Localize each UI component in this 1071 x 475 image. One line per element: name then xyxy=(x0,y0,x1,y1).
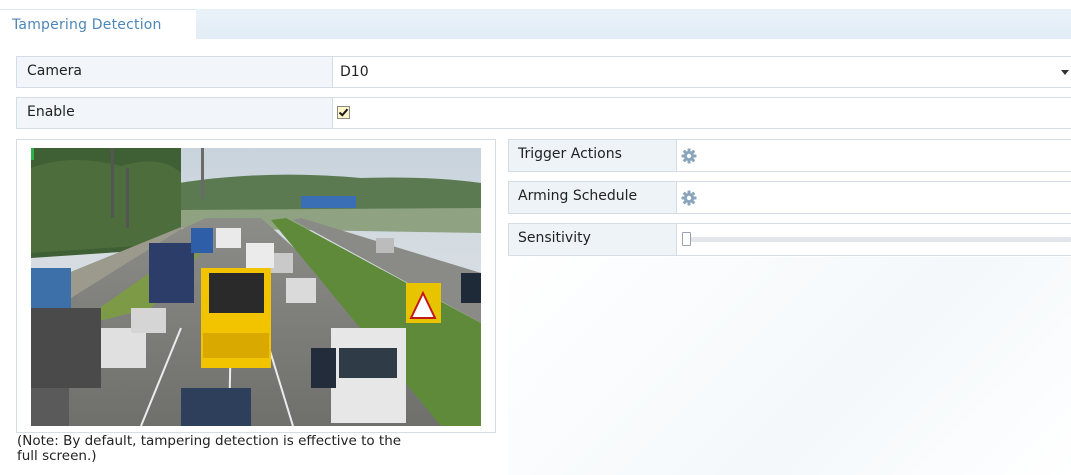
checkmark-icon xyxy=(338,108,349,117)
camera-label-cell: Camera xyxy=(17,57,333,87)
trigger-actions-row: Trigger Actions xyxy=(508,139,1071,172)
camera-select-value: D10 xyxy=(340,64,369,80)
sensitivity-slider-track[interactable] xyxy=(683,237,1071,242)
enable-label: Enable xyxy=(27,104,75,120)
camera-preview-image xyxy=(31,148,481,426)
camera-preview[interactable] xyxy=(31,148,481,426)
arming-schedule-label-cell: Arming Schedule xyxy=(509,182,677,213)
sensitivity-label: Sensitivity xyxy=(518,230,591,246)
enable-value-cell xyxy=(333,98,1071,128)
arming-schedule-row: Arming Schedule xyxy=(508,181,1071,214)
trigger-actions-label-cell: Trigger Actions xyxy=(509,140,677,171)
tab-label: Tampering Detection xyxy=(12,17,162,33)
gear-icon[interactable] xyxy=(681,148,697,164)
sensitivity-row: Sensitivity xyxy=(508,223,1071,256)
enable-label-cell: Enable xyxy=(17,98,333,128)
tab-bar: Tampering Detection xyxy=(0,9,1071,40)
note-line-1: (Note: By default, tampering detection i… xyxy=(17,433,402,449)
enable-row: Enable xyxy=(16,97,1071,129)
tab-tampering-detection[interactable]: Tampering Detection xyxy=(0,9,196,40)
note-text: (Note: By default, tampering detection i… xyxy=(17,434,497,464)
sensitivity-slider-handle[interactable] xyxy=(682,232,691,246)
camera-select[interactable]: D10 xyxy=(333,57,1071,87)
trigger-actions-label: Trigger Actions xyxy=(518,146,622,162)
gear-icon[interactable] xyxy=(681,190,697,206)
sensitivity-label-cell: Sensitivity xyxy=(509,224,677,255)
panel-background xyxy=(508,257,1071,475)
camera-row: Camera D10 xyxy=(16,56,1071,88)
camera-label: Camera xyxy=(27,63,82,79)
chevron-down-icon[interactable] xyxy=(1061,70,1069,75)
note-line-2: full screen.) xyxy=(17,448,97,464)
enable-checkbox[interactable] xyxy=(337,106,350,119)
arming-schedule-label: Arming Schedule xyxy=(518,188,638,204)
